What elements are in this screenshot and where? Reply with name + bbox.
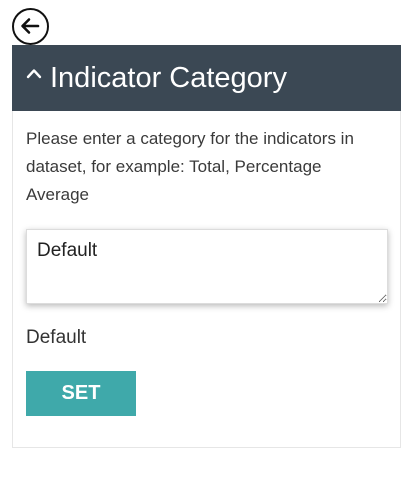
chevron-up-icon [26, 69, 42, 79]
back-button[interactable] [12, 8, 49, 45]
panel-header[interactable]: Indicator Category [12, 45, 401, 111]
arrow-left-circle-icon [21, 18, 40, 34]
category-input[interactable]: Default [26, 229, 388, 304]
current-category-label: Default [26, 327, 87, 348]
panel-description: Please enter a category for the indicato… [26, 129, 354, 204]
panel-title: Indicator Category [50, 62, 287, 94]
indicator-category-panel: Indicator Category Please enter a catego… [12, 45, 401, 448]
set-button[interactable]: SET [26, 371, 136, 416]
